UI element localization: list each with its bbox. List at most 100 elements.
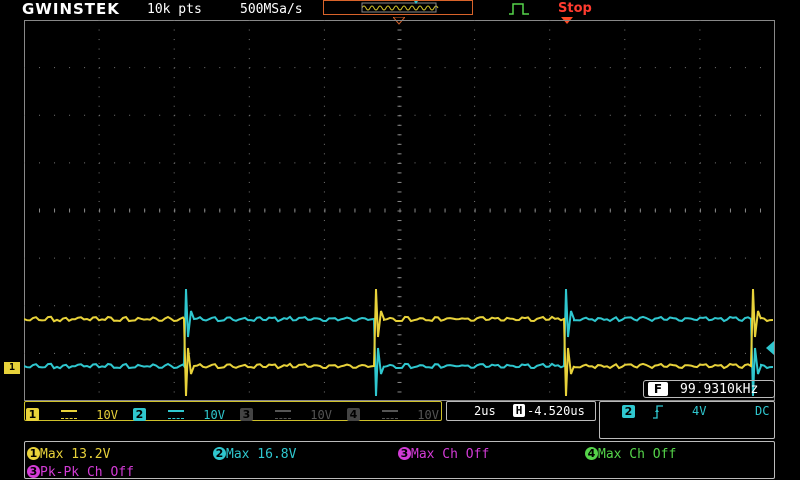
graticule-dot bbox=[729, 162, 731, 164]
graticule-dot bbox=[249, 67, 251, 69]
center-axis-tick bbox=[397, 134, 402, 136]
record-length: 10k pts bbox=[147, 2, 202, 17]
center-axis-tick bbox=[654, 208, 656, 213]
run-stop-status[interactable]: Stop bbox=[558, 1, 592, 16]
graticule-dot bbox=[714, 305, 716, 307]
measurement-item[interactable]: 4 Max Ch Off bbox=[585, 443, 676, 462]
graticule-dot bbox=[173, 362, 175, 364]
graticule-dot bbox=[173, 372, 175, 374]
graticule-dot bbox=[174, 114, 176, 116]
graticule-dot bbox=[323, 239, 325, 241]
graticule-dot bbox=[248, 362, 250, 364]
center-axis-tick bbox=[397, 343, 402, 345]
graticule-dot bbox=[444, 305, 446, 307]
graticule-dot bbox=[98, 343, 100, 345]
graticule-dot bbox=[98, 296, 100, 298]
center-axis-tick bbox=[397, 372, 402, 374]
measurement-item[interactable]: 1 Max 13.2V bbox=[27, 443, 110, 462]
memory-position-bar[interactable] bbox=[323, 0, 473, 15]
graticule-dot bbox=[429, 257, 431, 259]
graticule-dot bbox=[84, 305, 86, 307]
graticule-dot bbox=[248, 86, 250, 88]
trigger-level: 4V bbox=[692, 404, 707, 418]
graticule-dot bbox=[279, 352, 281, 354]
graticule-dot bbox=[173, 29, 175, 31]
graticule-dot bbox=[98, 77, 100, 79]
graticule-dot bbox=[699, 124, 701, 126]
graticule-dot bbox=[684, 352, 686, 354]
graticule-dot bbox=[248, 315, 250, 317]
center-axis-tick bbox=[397, 296, 402, 298]
graticule-dot bbox=[579, 352, 581, 354]
graticule-dot bbox=[174, 67, 176, 69]
graticule-dot bbox=[624, 77, 626, 79]
graticule-dot bbox=[669, 305, 671, 307]
graticule-dot bbox=[654, 305, 656, 307]
graticule-dot bbox=[549, 20, 551, 21]
horizontal-position: -4.520us bbox=[527, 404, 585, 418]
graticule-dot bbox=[594, 305, 596, 307]
graticule-dot bbox=[384, 67, 386, 69]
graticule-dot bbox=[144, 352, 146, 354]
graticule-dot bbox=[444, 352, 446, 354]
center-axis-tick bbox=[397, 229, 402, 231]
ch3-info[interactable]: 3 10V bbox=[240, 404, 332, 423]
graticule-dot bbox=[624, 143, 626, 145]
frequency-label: F bbox=[648, 382, 668, 396]
center-axis-tick bbox=[669, 208, 671, 213]
ch1-ground-marker[interactable]: 1 bbox=[4, 362, 20, 374]
measurement-item[interactable]: 3 Pk-Pk Ch Off bbox=[27, 461, 134, 480]
graticule-dot bbox=[173, 267, 175, 269]
graticule-dot bbox=[624, 315, 626, 317]
center-axis-tick bbox=[579, 208, 581, 213]
center-axis-tick bbox=[397, 77, 402, 79]
graticule-dot bbox=[144, 257, 146, 259]
graticule-dot bbox=[744, 67, 746, 69]
graticule-dot bbox=[474, 334, 476, 336]
graticule-dot bbox=[173, 296, 175, 298]
graticule-dot bbox=[248, 124, 250, 126]
center-axis-tick bbox=[99, 208, 101, 213]
center-axis-tick bbox=[397, 105, 402, 107]
graticule-dot bbox=[639, 114, 641, 116]
ch1-info[interactable]: 1 10V bbox=[26, 404, 118, 423]
graticule-dot bbox=[549, 29, 551, 31]
graticule-dot bbox=[323, 220, 325, 222]
graticule-dot bbox=[624, 352, 626, 354]
ch4-info[interactable]: 4 10V bbox=[347, 404, 439, 423]
graticule-dot bbox=[579, 305, 581, 307]
graticule-dot bbox=[174, 352, 176, 354]
center-axis-tick bbox=[534, 208, 536, 213]
graticule-dot bbox=[429, 114, 431, 116]
graticule-dot bbox=[323, 143, 325, 145]
trigger-box[interactable]: 2 4V DC bbox=[599, 401, 775, 439]
graticule-dot bbox=[699, 248, 701, 250]
ch2-info[interactable]: 2 10V bbox=[133, 404, 225, 423]
waveform-display[interactable] bbox=[24, 20, 775, 401]
graticule-dot bbox=[549, 105, 551, 107]
graticule-dot bbox=[159, 114, 161, 116]
graticule-dot bbox=[594, 352, 596, 354]
timebase-box[interactable]: 2us H -4.520us bbox=[446, 401, 596, 421]
graticule-dot bbox=[234, 162, 236, 164]
center-axis-tick bbox=[324, 208, 326, 213]
graticule-dot bbox=[699, 29, 701, 31]
graticule-dot bbox=[248, 200, 250, 202]
graticule-dot bbox=[444, 162, 446, 164]
graticule-dot bbox=[549, 67, 551, 69]
center-axis-tick bbox=[549, 208, 551, 213]
graticule-dot bbox=[474, 58, 476, 60]
measurement-item[interactable]: 3 Max Ch Off bbox=[398, 443, 489, 462]
graticule-dot bbox=[204, 67, 206, 69]
graticule-dot bbox=[504, 67, 506, 69]
measurement-item[interactable]: 2 Max 16.8V bbox=[213, 443, 296, 462]
graticule-dot bbox=[624, 305, 626, 307]
graticule-dot bbox=[84, 114, 86, 116]
graticule-dot bbox=[174, 257, 176, 259]
graticule-dot bbox=[99, 114, 101, 116]
center-axis-tick bbox=[397, 172, 402, 174]
graticule-dot bbox=[759, 67, 761, 69]
graticule-dot bbox=[323, 248, 325, 250]
center-axis-tick bbox=[397, 200, 402, 202]
graticule-dot bbox=[173, 181, 175, 183]
